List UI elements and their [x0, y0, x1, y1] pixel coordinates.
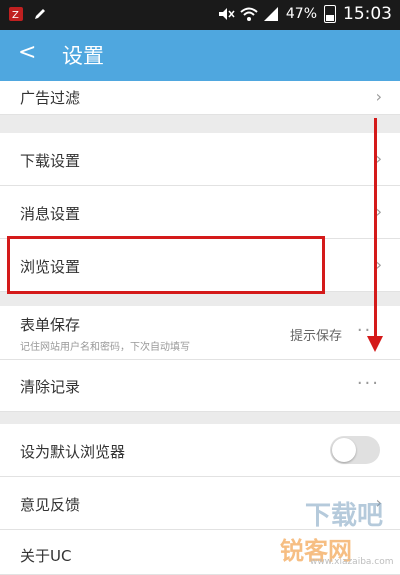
back-button[interactable]: < [18, 40, 36, 65]
arrow-down-icon [367, 336, 383, 352]
chevron-right-icon: › [375, 87, 382, 106]
status-right: 47% 15:03 [217, 4, 392, 24]
settings-item-label: 广告过滤 [20, 89, 81, 107]
scroll-arrow [374, 118, 377, 340]
settings-item-label: 表单保存 [20, 316, 81, 334]
settings-item-label: 消息设置 [20, 205, 81, 223]
settings-item-download[interactable]: 下载设置 › [0, 133, 400, 186]
signal-icon [263, 6, 279, 22]
settings-item-label: 下载设置 [20, 152, 81, 170]
edit-icon [32, 6, 48, 22]
battery-level [326, 15, 334, 21]
page-title: 设置 [62, 44, 104, 68]
settings-item-form-save[interactable]: 表单保存 记住网站用户名和密码，下次自动填写 提示保存 ··· [0, 306, 400, 360]
settings-item-label: 关于UC [20, 547, 72, 565]
settings-item-description: 记住网站用户名和密码，下次自动填写 [20, 342, 190, 353]
form-save-value: 提示保存 [289, 329, 342, 344]
default-browser-toggle[interactable] [330, 436, 380, 464]
status-left: Z [8, 6, 48, 22]
watermark-url: www.xiazaiba.com [310, 557, 394, 567]
status-time: 15:03 [343, 4, 392, 24]
battery-icon [324, 5, 336, 23]
highlight-box [7, 236, 325, 294]
settings-item-label: 清除记录 [20, 378, 81, 396]
watermark: 下载吧 锐客网 www.xiazaiba.com [250, 495, 400, 575]
svg-text:Z: Z [12, 10, 19, 21]
mute-icon [217, 6, 235, 22]
settings-item-clear[interactable]: 清除记录 ··· [0, 360, 400, 412]
status-bar: Z 47% 15:03 [0, 0, 400, 30]
notification-icon: Z [8, 6, 24, 22]
toggle-knob [332, 438, 356, 462]
app-header: < 设置 [0, 30, 400, 81]
more-options-icon[interactable]: ··· [357, 373, 380, 394]
settings-item-default-browser[interactable]: 设为默认浏览器 [0, 424, 400, 477]
settings-item-label: 意见反馈 [20, 496, 81, 514]
settings-item-label: 设为默认浏览器 [20, 443, 126, 461]
battery-percent: 47% [285, 6, 317, 22]
settings-item-ad-filter[interactable]: 广告过滤 › [0, 81, 400, 115]
watermark-logo: 下载吧 [305, 501, 384, 531]
wifi-icon [240, 6, 258, 22]
settings-item-message[interactable]: 消息设置 › [0, 186, 400, 239]
